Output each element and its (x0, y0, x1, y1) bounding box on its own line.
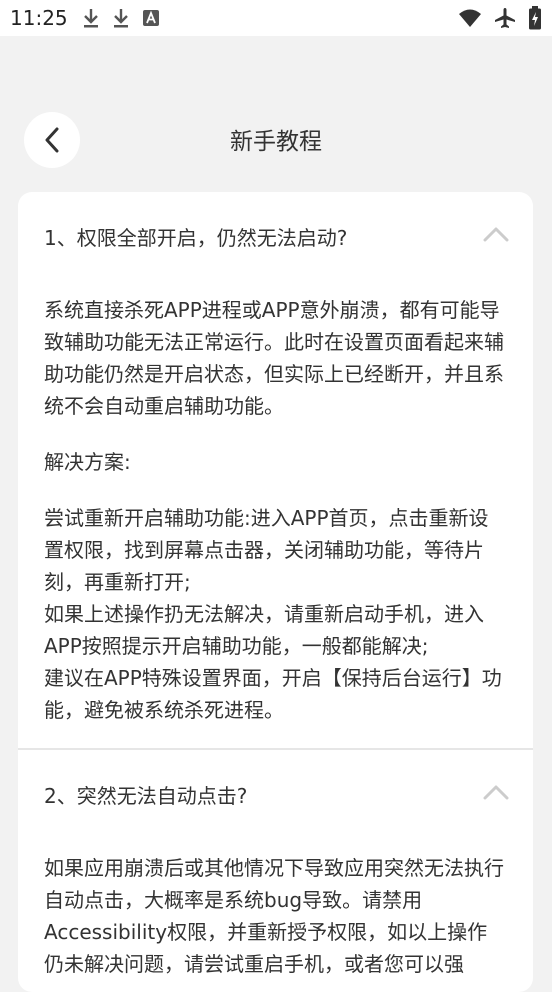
page-title: 新手教程 (230, 129, 322, 155)
status-time: 11:25 (10, 6, 68, 30)
chevron-up-icon[interactable] (483, 226, 509, 242)
battery-charging-icon (529, 6, 541, 30)
font-a-icon (143, 10, 159, 26)
faq-answer-paragraph: 系统直接杀死APP进程或APP意外崩溃，都有可能导致辅助功能无法正常运行。此时在… (44, 298, 504, 418)
faq-answer-paragraph: 尝试重新开启辅助功能:进入APP首页，点击重新设置权限，找到屏幕点击器，关闭辅助… (44, 506, 489, 594)
faq-answer: 如果应用崩溃后或其他情况下导致应用突然无法执行自动点击，大概率是系统bug导致。… (18, 838, 533, 992)
faq-question-header[interactable]: 2、突然无法自动点击? (18, 750, 533, 838)
airplane-icon (495, 8, 515, 28)
status-system-icons (458, 6, 542, 30)
faq-answer: 系统直接杀死APP进程或APP意外崩溃，都有可能导致辅助功能无法正常运行。此时在… (18, 280, 533, 748)
faq-question-text: 1、权限全部开启，仍然无法启动? (44, 225, 348, 250)
download-icon (84, 9, 98, 28)
faq-answer-paragraph: 如果应用崩溃后或其他情况下导致应用突然无法执行自动点击，大概率是系统bug导致。… (44, 856, 504, 976)
status-notification-icons (82, 7, 160, 29)
faq-question-text: 2、突然无法自动点击? (44, 783, 248, 808)
faq-question-header[interactable]: 1、权限全部开启，仍然无法启动? (18, 192, 533, 280)
faq-card: 1、权限全部开启，仍然无法启动? 系统直接杀死APP进程或APP意外崩溃，都有可… (18, 192, 533, 992)
wifi-icon (459, 9, 481, 27)
faq-item: 2、突然无法自动点击? 如果应用崩溃后或其他情况下导致应用突然无法执行自动点击，… (18, 750, 533, 992)
page-header: 新手教程 (0, 100, 552, 176)
faq-answer-paragraph: 如果上述操作扔无法解决，请重新启动手机，进入APP按照提示开启辅助功能，一般都能… (44, 602, 484, 658)
faq-answer-paragraph: 建议在APP特殊设置界面，开启【保持后台运行】功能，避免被系统杀死进程。 (44, 666, 502, 722)
faq-item: 1、权限全部开启，仍然无法启动? 系统直接杀死APP进程或APP意外崩溃，都有可… (18, 192, 533, 748)
download-icon (114, 9, 128, 28)
faq-answer-paragraph: 解决方案: (44, 450, 131, 474)
status-bar: 11:25 (0, 0, 552, 36)
chevron-up-icon[interactable] (483, 784, 509, 800)
